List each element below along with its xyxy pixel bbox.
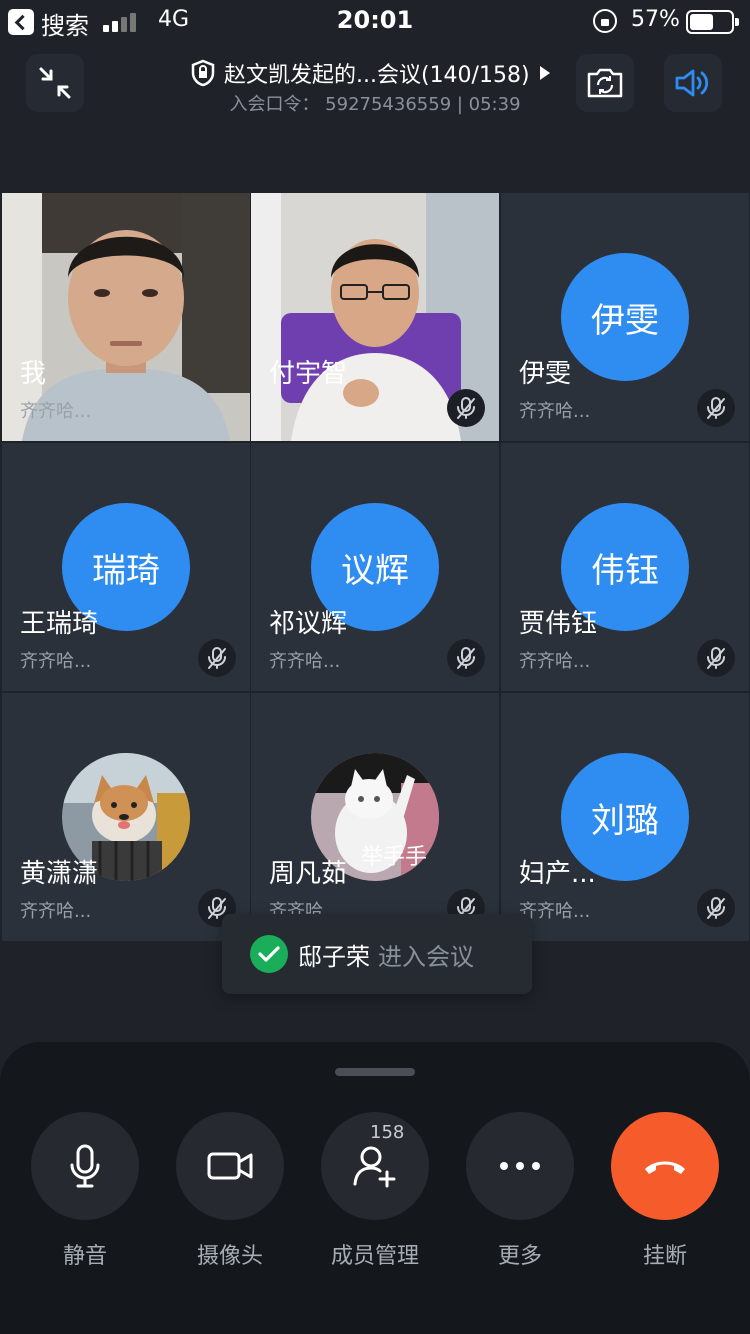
participant-tile[interactable]: 刘璐 妇产... 齐齐哈... — [501, 693, 749, 941]
participant-tile[interactable]: 伊雯 伊雯 齐齐哈... — [501, 193, 749, 441]
mute-button[interactable] — [31, 1112, 139, 1220]
member-count-badge: 158 — [370, 1122, 405, 1143]
muted-mic-icon — [697, 639, 735, 677]
add-member-icon — [353, 1146, 396, 1188]
muted-mic-icon — [198, 639, 236, 677]
muted-mic-icon — [447, 639, 485, 677]
battery-icon — [686, 10, 739, 34]
microphone-icon — [70, 1144, 100, 1188]
speaker-icon — [675, 69, 709, 97]
participant-name: 付宇智 — [269, 359, 348, 389]
participant-org: 齐齐哈... — [20, 401, 92, 422]
meeting-title[interactable]: 赵文凯发起的...会议(140/158) — [190, 58, 570, 88]
speaker-button[interactable] — [664, 54, 722, 112]
control-panel: 静音 摄像头 158 成员管理 更多 挂断 — [0, 1042, 750, 1334]
participant-org: 齐齐哈... — [269, 651, 341, 672]
muted-mic-icon — [697, 389, 735, 427]
battery-percent: 57% — [631, 7, 680, 32]
more-dots-icon — [500, 1162, 540, 1170]
participant-tile-self[interactable]: 我 齐齐哈... — [2, 193, 250, 441]
participant-name: 周凡茹 — [269, 859, 348, 889]
toast-user-name: 邸子荣 — [298, 942, 370, 971]
member-management-label: 成员管理 — [330, 1244, 419, 1269]
meeting-passcode: 入会口令： 59275436559 | 05:39 — [229, 94, 521, 115]
camera-switch-icon — [587, 68, 623, 98]
shield-lock-icon — [191, 59, 215, 87]
status-bar: 搜索 4G 20:01 57% — [0, 0, 750, 42]
participant-name: 王瑞琦 — [20, 609, 99, 639]
participant-org: 齐齐哈... — [519, 651, 591, 672]
participant-org: 齐齐哈... — [519, 401, 591, 422]
participant-tile[interactable]: 瑞琦 王瑞琦 齐齐哈... — [2, 443, 250, 691]
more-label: 更多 — [497, 1244, 542, 1269]
participant-tile[interactable]: 伟钰 贾伟钰 齐齐哈... — [501, 443, 749, 691]
play-arrow-icon — [539, 66, 550, 80]
rotation-lock-icon — [593, 9, 617, 33]
camera-label: 摄像头 — [196, 1244, 263, 1269]
hang-up-button[interactable] — [611, 1112, 719, 1220]
check-circle-icon — [250, 935, 288, 973]
participant-name: 贾伟钰 — [519, 609, 598, 639]
drag-handle[interactable] — [335, 1068, 415, 1076]
battery-level — [690, 14, 713, 30]
participant-tile[interactable]: 议辉 祁议辉 齐齐哈... — [251, 443, 499, 691]
participant-tile[interactable]: 付宇智 — [251, 193, 499, 441]
participant-name: 妇产... — [519, 859, 596, 889]
join-notification-toast: 邸子荣 进入会议 — [222, 914, 532, 994]
toast-action-text: 进入会议 — [378, 942, 474, 971]
video-camera-icon — [207, 1152, 253, 1180]
participant-tile[interactable]: 举手手 周凡茹 齐齐哈 — [251, 693, 499, 941]
participant-grid: 我 齐齐哈... 付宇智 伊雯 伊雯 齐齐哈... 瑞琦 王瑞琦 齐齐哈... … — [0, 193, 750, 943]
hang-up-label: 挂断 — [642, 1244, 687, 1269]
hang-up-phone-icon — [645, 1161, 685, 1174]
participant-org: 齐齐哈... — [20, 651, 92, 672]
participant-name: 伊雯 — [519, 359, 572, 389]
collapse-arrows-icon — [39, 67, 71, 99]
avatar-caption: 举手手 — [361, 845, 428, 870]
participant-name: 祁议辉 — [269, 609, 348, 639]
participant-name: 黄潇潇 — [20, 859, 99, 889]
more-button[interactable] — [466, 1112, 574, 1220]
minimize-button[interactable] — [26, 54, 84, 112]
camera-button[interactable] — [176, 1112, 284, 1220]
switch-camera-button[interactable] — [576, 54, 634, 112]
participant-org: 齐齐哈... — [20, 901, 92, 922]
muted-mic-icon — [447, 389, 485, 427]
participant-name: 我 — [20, 359, 47, 389]
mute-label: 静音 — [62, 1244, 107, 1269]
meeting-title-text: 赵文凯发起的...会议(140/158) — [224, 63, 530, 88]
muted-mic-icon — [697, 889, 735, 927]
participant-tile[interactable]: 黄潇潇 齐齐哈... — [2, 693, 250, 941]
participant-avatar: 伊雯 — [561, 253, 689, 381]
